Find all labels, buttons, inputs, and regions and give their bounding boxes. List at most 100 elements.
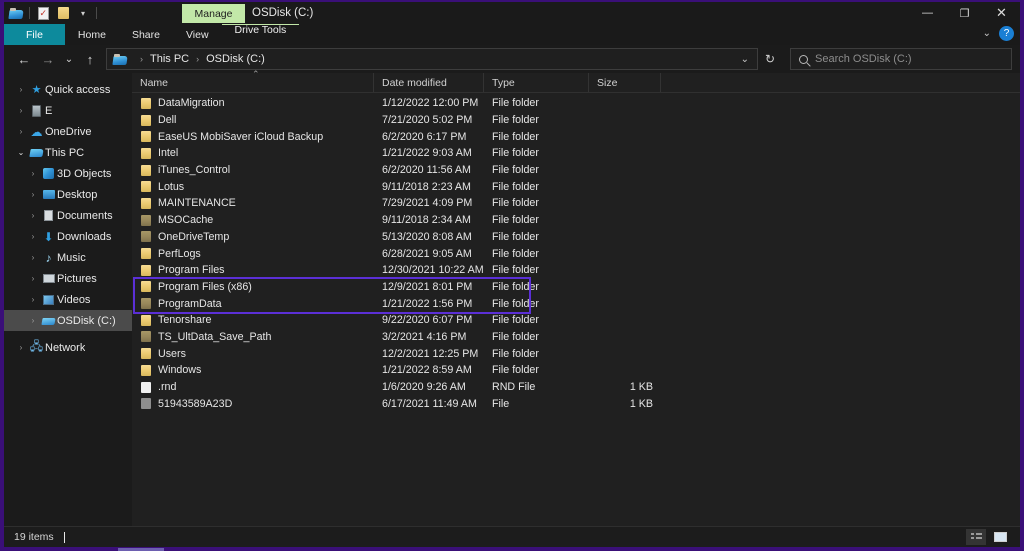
sidebar-item-3d-objects[interactable]: › 3D Objects <box>4 163 132 184</box>
folder-icon <box>141 97 151 109</box>
cell-type: File folder <box>492 364 539 377</box>
chevron-down-icon[interactable]: ⌄ <box>14 148 28 157</box>
chevron-right-icon[interactable]: › <box>26 211 40 220</box>
cell-date-modified: 1/21/2022 8:59 AM <box>382 364 472 377</box>
chevron-right-icon[interactable]: › <box>26 295 40 304</box>
item-count-label: 19 items <box>14 531 54 543</box>
recent-locations-icon[interactable]: ⌄ <box>60 47 78 71</box>
table-row[interactable]: Intel 1/21/2022 9:03 AM File folder <box>132 145 1020 162</box>
table-row[interactable]: TS_UltData_Save_Path 3/2/2021 4:16 PM File… <box>132 329 1020 346</box>
sidebar-item-desktop[interactable]: › Desktop <box>4 184 132 205</box>
table-row[interactable]: Tenorshare 9/22/2020 6:07 PM File folder <box>132 312 1020 329</box>
column-header-size[interactable]: Size <box>589 73 661 92</box>
sidebar-item-osdisk[interactable]: › OSDisk (C:) <box>4 310 132 331</box>
sidebar-label-downloads: Downloads <box>57 230 112 243</box>
collapse-ribbon-icon[interactable]: ⌄ <box>983 28 991 39</box>
minimize-button[interactable]: — <box>909 2 946 24</box>
sidebar-item-videos[interactable]: › Videos <box>4 289 132 310</box>
sidebar-label-desktop: Desktop <box>57 188 98 201</box>
forward-button[interactable]: → <box>36 47 60 71</box>
maximize-button[interactable]: ❐ <box>946 2 983 24</box>
up-button[interactable]: ↑ <box>78 47 102 71</box>
file-name-label: .rnd <box>158 381 177 394</box>
table-row[interactable]: Windows 1/21/2022 8:59 AM File folder <box>132 362 1020 379</box>
tiles-view-button[interactable] <box>990 529 1010 545</box>
chevron-right-icon[interactable]: › <box>26 190 40 199</box>
sidebar-item-e[interactable]: › E <box>4 100 132 121</box>
search-input[interactable]: Search OSDisk (C:) <box>815 53 912 65</box>
breadcrumb-this-pc[interactable]: This PC <box>150 53 189 65</box>
table-row[interactable]: DataMigration 1/12/2022 12:00 PM File fold… <box>132 95 1020 112</box>
table-row[interactable]: PerfLogs 6/28/2021 9:05 AM File folder <box>132 245 1020 262</box>
cell-date-modified: 12/9/2021 8:01 PM <box>382 280 473 293</box>
sidebar-item-music[interactable]: › ♪ Music <box>4 247 132 268</box>
table-row[interactable]: OneDriveTemp 5/13/2020 8:08 AM File folder <box>132 229 1020 246</box>
sidebar-item-downloads[interactable]: › ⬇ Downloads <box>4 226 132 247</box>
file-name-label: MAINTENANCE <box>158 197 236 210</box>
column-header-name[interactable]: Name ⌃ <box>132 69 374 92</box>
table-row[interactable]: Program Files 12/30/2021 10:22 AM File fol… <box>132 262 1020 279</box>
chevron-right-icon[interactable]: › <box>14 85 28 94</box>
tab-share[interactable]: Share <box>119 24 173 45</box>
table-row[interactable]: Program Files (x86) 12/9/2021 8:01 PM File… <box>132 279 1020 296</box>
address-breadcrumb-bar[interactable]: › This PC › OSDisk (C:) ⌄ <box>106 48 758 70</box>
cell-type: File folder <box>492 164 539 177</box>
file-generic-icon <box>141 398 151 410</box>
search-box[interactable]: Search OSDisk (C:) <box>790 48 1012 70</box>
sidebar-item-quick-access[interactable]: › ★ Quick access <box>4 79 132 100</box>
sidebar-item-this-pc[interactable]: ⌄ This PC <box>4 142 132 163</box>
refresh-button[interactable]: ↻ <box>758 47 782 71</box>
close-button[interactable]: ✕ <box>983 2 1020 24</box>
file-name-label: Windows <box>158 364 202 377</box>
tab-drive-tools[interactable]: Drive Tools <box>222 24 300 36</box>
chevron-right-icon[interactable]: › <box>14 106 28 115</box>
pc-icon <box>28 147 45 158</box>
drive-icon <box>28 104 45 117</box>
table-row[interactable]: MAINTENANCE 7/29/2021 4:09 PM File folder <box>132 195 1020 212</box>
back-button[interactable]: ← <box>12 47 36 71</box>
tab-view[interactable]: View <box>173 24 222 45</box>
chevron-right-icon[interactable]: › <box>26 316 40 325</box>
table-row[interactable]: Dell 7/21/2020 5:02 PM File folder <box>132 112 1020 129</box>
cell-name: MAINTENANCE <box>132 197 374 209</box>
sidebar-item-documents[interactable]: › Documents <box>4 205 132 226</box>
tab-file[interactable]: File <box>4 24 65 45</box>
table-row[interactable]: ProgramData 1/21/2022 1:56 PM File folder <box>132 295 1020 312</box>
table-row[interactable]: iTunes_Control 6/2/2020 11:56 AM File fold… <box>132 162 1020 179</box>
chevron-right-icon[interactable]: › <box>26 274 40 283</box>
table-row[interactable]: 51943589A23D 6/17/2021 11:49 AM File 1 KB <box>132 395 1020 412</box>
table-row[interactable]: MSOCache 9/11/2018 2:34 AM File folder <box>132 212 1020 229</box>
folder-icon <box>141 281 151 293</box>
table-row[interactable]: Users 12/2/2021 12:25 PM File folder <box>132 345 1020 362</box>
sidebar-item-onedrive[interactable]: › ☁ OneDrive <box>4 121 132 142</box>
cell-type: File folder <box>492 114 539 127</box>
cell-date-modified: 1/12/2022 12:00 PM <box>382 97 479 110</box>
chevron-right-icon[interactable]: › <box>26 169 40 178</box>
column-header-type[interactable]: Type <box>484 73 589 92</box>
sidebar-item-network[interactable]: › 🖧 Network <box>4 337 132 358</box>
properties-icon[interactable] <box>34 4 52 22</box>
details-view-button[interactable] <box>966 529 986 545</box>
chevron-right-icon[interactable]: › <box>26 253 40 262</box>
help-icon[interactable]: ? <box>999 26 1014 41</box>
chevron-right-icon[interactable]: › <box>26 232 40 241</box>
cell-date-modified: 9/22/2020 6:07 PM <box>382 314 473 327</box>
file-name-label: Lotus <box>158 180 185 193</box>
table-row[interactable]: Lotus 9/11/2018 2:23 AM File folder <box>132 178 1020 195</box>
customize-caret-icon[interactable]: ▾ <box>74 4 92 22</box>
table-row[interactable]: EaseUS MobiSaver iCloud Backup 6/2/2020 6… <box>132 128 1020 145</box>
cell-type: File folder <box>492 97 539 110</box>
explorer-icon[interactable] <box>7 4 25 22</box>
tab-home[interactable]: Home <box>65 24 119 45</box>
address-dropdown-icon[interactable]: ⌄ <box>741 54 749 65</box>
cell-type: File folder <box>492 180 539 193</box>
chevron-right-icon[interactable]: › <box>14 343 28 352</box>
breadcrumb-osdisk[interactable]: OSDisk (C:) <box>206 53 265 65</box>
breadcrumb-separator-1: › <box>196 54 200 64</box>
cell-date-modified: 6/2/2020 11:56 AM <box>382 164 471 177</box>
column-header-date-modified[interactable]: Date modified <box>374 73 484 92</box>
sidebar-item-pictures[interactable]: › Pictures <box>4 268 132 289</box>
table-row[interactable]: .rnd 1/6/2020 9:26 AM RND File 1 KB <box>132 379 1020 396</box>
chevron-right-icon[interactable]: › <box>14 127 28 136</box>
new-folder-icon[interactable] <box>54 4 72 22</box>
